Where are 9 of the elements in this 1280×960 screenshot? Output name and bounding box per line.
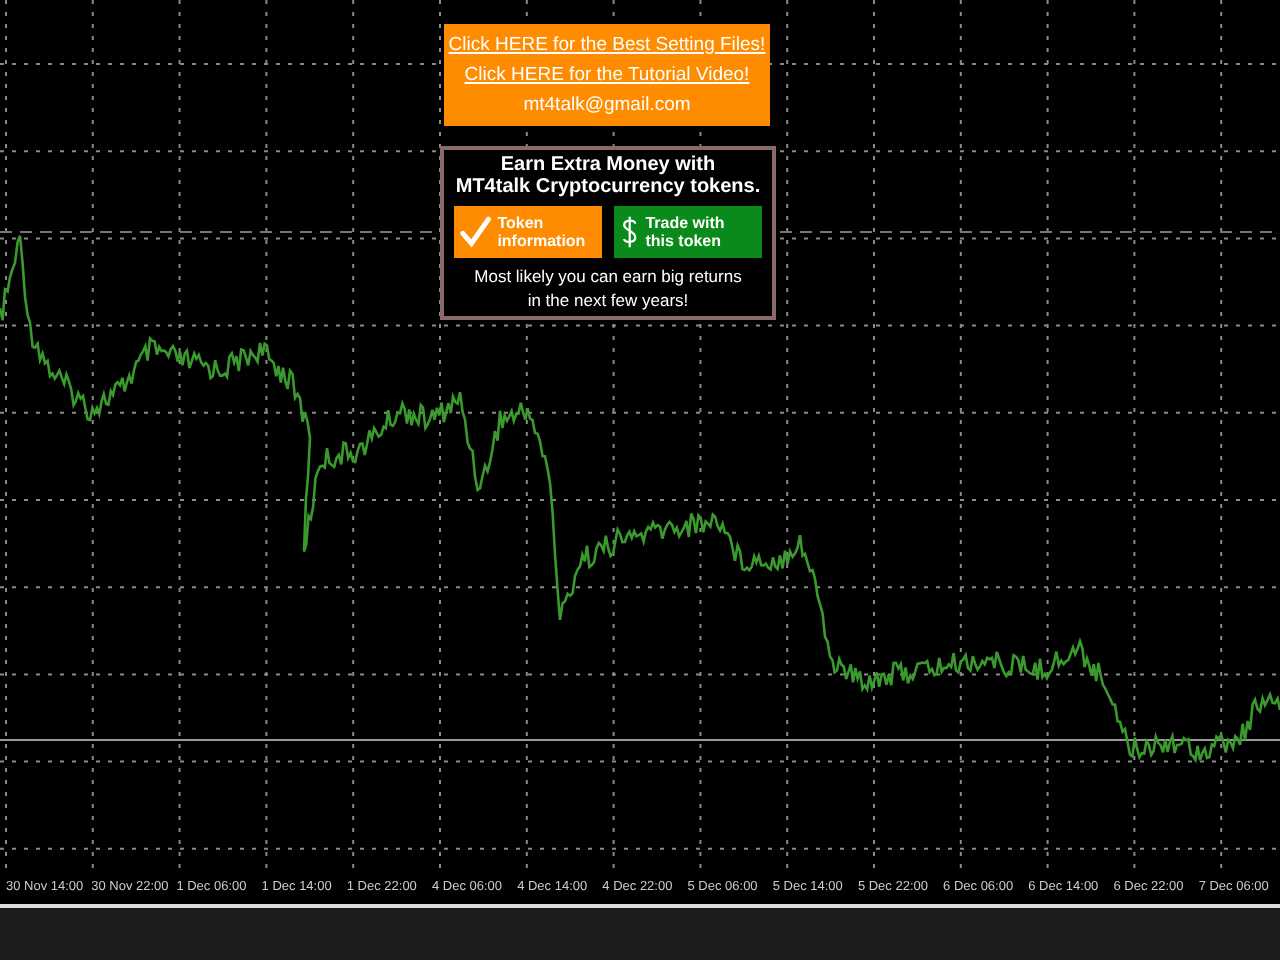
promo-text: in the next few years! [527,288,689,312]
email-text: mt4talk@gmail.com [523,93,691,117]
banner-link[interactable]: Click HERE for the Best Setting Files! [448,33,766,57]
promo-title: Earn Extra Money with [500,154,716,176]
trade-button[interactable]: Trade with this token [614,206,762,258]
banner-link[interactable]: Click HERE for the Tutorial Video! [464,63,750,87]
promo-text: Most likely you can earn big returns [474,264,742,288]
token-info-button[interactable]: Token information [454,206,602,258]
promo-title: MT4talk Cryptocurrency tokens. [455,176,761,198]
